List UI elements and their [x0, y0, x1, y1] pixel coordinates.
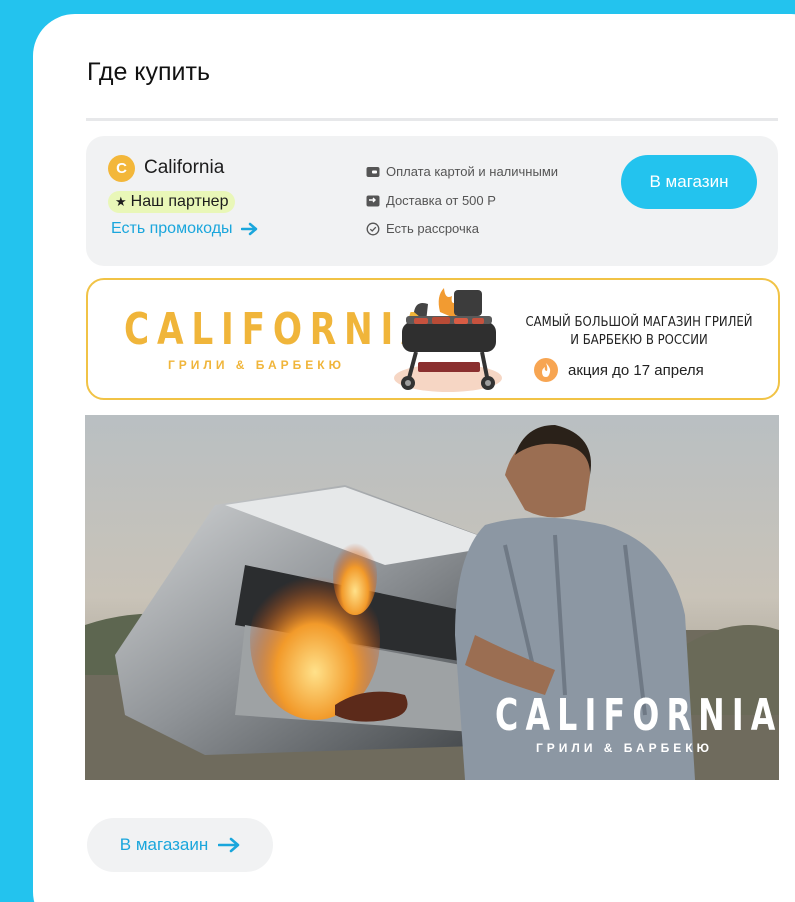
partner-badge-label: Наш партнер [130, 193, 229, 210]
check-circle-icon [366, 222, 380, 235]
banner-slogan: САМЫЙ БОЛЬШОЙ МАГАЗИН ГРИЛЕЙ И БАРБЕКЮ В… [516, 314, 762, 350]
bottom-shop-button-label: В магазаин [119, 835, 209, 854]
delivery-icon [366, 195, 380, 206]
grill-illustration [394, 288, 502, 392]
feature-installment-text: Есть рассрочка [386, 221, 479, 236]
feature-delivery-text: Доставка от 500 Р [386, 193, 496, 208]
banner-promo-text: акция до 17 апреля [568, 361, 704, 379]
photo-brand-logo: CALIFORNIA [495, 690, 779, 741]
feature-payment-text: Оплата картой и наличными [386, 164, 559, 179]
flame-icon [534, 358, 558, 382]
star-icon: ★ [115, 194, 127, 209]
store-logo-icon: C [108, 155, 135, 182]
promo-photo[interactable]: CALIFORNIA ГРИЛИ & БАРБЕКЮ [85, 415, 779, 780]
feature-payment: Оплата картой и наличными [366, 164, 558, 179]
promo-codes-label: Есть промокоды [111, 220, 233, 237]
arrow-right-icon [240, 222, 257, 236]
promo-codes-link[interactable]: Есть промокоды [111, 220, 258, 238]
shop-button[interactable]: В магазин [621, 155, 757, 209]
photo-brand-subtitle: ГРИЛИ & БАРБЕКЮ [536, 741, 713, 755]
promo-banner[interactable]: CALIFORNIA ГРИЛИ & БАРБЕКЮ САМЫЙ БОЛЬШОЙ… [86, 278, 780, 400]
arrow-right-icon [218, 837, 240, 853]
banner-promo: акция до 17 апреля [534, 358, 704, 382]
store-row: C California ★ Наш партнер Есть промокод… [86, 136, 778, 266]
banner-slogan-line2: И БАРБЕКЮ В РОССИИ [570, 333, 708, 348]
banner-brand-subtitle: ГРИЛИ & БАРБЕКЮ [168, 358, 345, 372]
card-icon [366, 166, 380, 177]
feature-installment: Есть рассрочка [366, 221, 479, 236]
page-title: Где купить [87, 58, 210, 86]
feature-delivery: Доставка от 500 Р [366, 193, 496, 208]
store-name: California [144, 157, 225, 178]
divider [86, 118, 778, 121]
partner-badge: ★ Наш партнер [108, 191, 236, 213]
bottom-shop-button[interactable]: В магазаин [87, 818, 273, 872]
banner-slogan-line1: САМЫЙ БОЛЬШОЙ МАГАЗИН ГРИЛЕЙ [525, 315, 753, 330]
